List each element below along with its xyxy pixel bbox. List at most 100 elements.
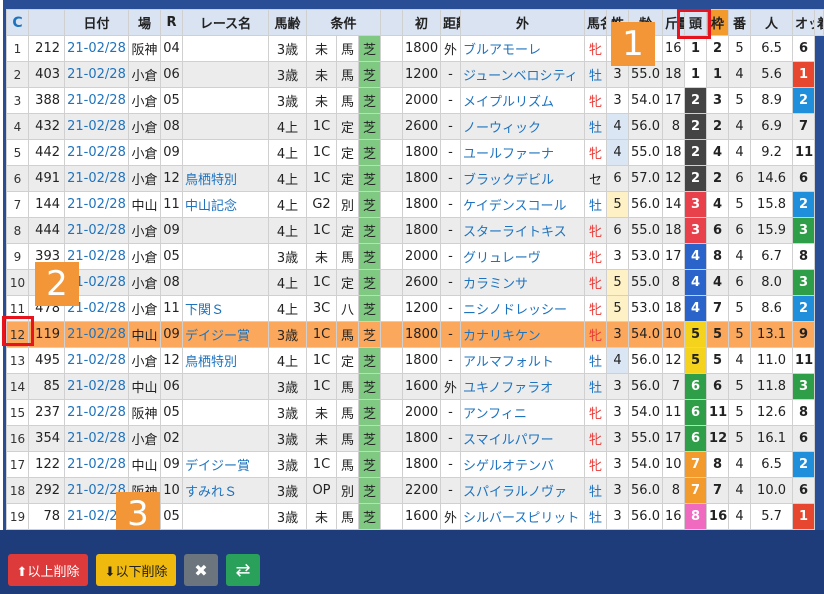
race-date[interactable]: 21-02/28 bbox=[64, 165, 129, 192]
race-name[interactable]: 中山記念 bbox=[182, 191, 269, 218]
horse-name[interactable]: スパイラルノヴァ bbox=[460, 477, 586, 504]
race-name[interactable] bbox=[182, 503, 269, 530]
col-odds[interactable]: オッズ bbox=[792, 9, 816, 36]
table-row[interactable]: 10421-02/28小倉084上1C定芝2600-カラミンサ牝555.0844… bbox=[6, 269, 824, 296]
col-age-class[interactable]: 馬齢 bbox=[268, 9, 307, 36]
horse-name[interactable]: ケイデンスコール bbox=[460, 191, 586, 218]
col-first[interactable]: 初 bbox=[402, 9, 442, 36]
race-name[interactable] bbox=[182, 61, 269, 88]
horse-name[interactable]: ブルアモーレ bbox=[460, 35, 586, 62]
col-place[interactable]: 場 bbox=[128, 9, 161, 36]
horse-name[interactable]: ジューンベロシティ bbox=[460, 61, 586, 88]
race-date[interactable]: 21-02/28 bbox=[64, 399, 129, 426]
table-row[interactable]: 9 393 21-02/28 小倉 05 3歳未馬芝 2000- グリュレーヴ牝 3 53.0 17… bbox=[6, 243, 824, 270]
race-name[interactable] bbox=[182, 87, 269, 114]
col-number[interactable]: 番 bbox=[728, 9, 752, 36]
distance: 1600 bbox=[402, 373, 442, 400]
condition-class: 未 bbox=[306, 425, 337, 452]
race-name[interactable] bbox=[182, 399, 269, 426]
outer-flag: - bbox=[440, 295, 462, 322]
horse-sex: 牝 bbox=[584, 295, 608, 322]
swap-button[interactable]: ⇄ bbox=[226, 554, 260, 586]
horse-name[interactable]: ユキノファラオ bbox=[460, 373, 586, 400]
col-blank[interactable] bbox=[380, 9, 404, 36]
table-row[interactable]: 11 478 21-02/28 小倉 11 下関Ｓ 4上 3C 八芝 1200- ニシノドレッシー牝… bbox=[6, 295, 824, 322]
table-row[interactable]: 5 442 21-02/28 小倉 09 4上 1C 定芝 1800- ユールファーナ牝 4 55.0… bbox=[6, 139, 824, 166]
horse-name[interactable]: グリュレーヴ bbox=[460, 243, 586, 270]
table-row[interactable]: 16 354 21-02/28 小倉 02 3歳未馬芝 1800- スマイルパワー牝 3 55.0… bbox=[6, 425, 824, 452]
race-name[interactable] bbox=[182, 113, 269, 140]
table-row[interactable]: 2 403 21-02/28 小倉 06 3歳未馬芝 1200- ジューンベロシティ牡 3 55.… bbox=[6, 61, 824, 88]
table-row[interactable]: 12 119 21-02/28 中山 09 デイジー賞 3歳 1C 馬芝 1800- カナリキケン牝… bbox=[6, 321, 824, 348]
race-date[interactable]: 21-02/28 bbox=[64, 139, 129, 166]
race-date[interactable]: 21-02/28 bbox=[64, 113, 129, 140]
horse-name[interactable]: スターライトキス bbox=[460, 217, 586, 244]
horse-name[interactable]: カラミンサ bbox=[460, 269, 586, 296]
race-date[interactable]: 21-02/28 bbox=[64, 321, 129, 348]
table-row[interactable]: 7 144 21-02/28 中山 11 中山記念 4上 G2 別芝 1800- ケイデンスコール牡… bbox=[6, 191, 824, 218]
waku-number: 8 bbox=[684, 503, 708, 530]
race-date[interactable]: 21-02/28 bbox=[64, 217, 129, 244]
horse-name[interactable]: カナリキケン bbox=[460, 321, 586, 348]
table-row[interactable]: 6 491 21-02/28 小倉 12 鳥栖特別 4上 1C 定芝 1800- ブラックデビルセ 6… bbox=[6, 165, 824, 192]
horse-name[interactable]: スマイルパワー bbox=[460, 425, 586, 452]
table-row[interactable]: 3 388 21-02/28 小倉 05 3歳未馬芝 2000- メイプルリズム牝 3 54.0 1… bbox=[6, 87, 824, 114]
horse-name[interactable]: ブラックデビル bbox=[460, 165, 586, 192]
race-name[interactable]: すみれＳ bbox=[182, 477, 269, 504]
clear-button[interactable]: ✖ bbox=[184, 554, 218, 586]
race-name[interactable]: 鳥栖特別 bbox=[182, 347, 269, 374]
col-horse-name[interactable]: 馬名 bbox=[584, 9, 608, 36]
race-date[interactable]: 21-02/28 bbox=[64, 373, 129, 400]
col-r[interactable]: R bbox=[160, 9, 183, 36]
race-name[interactable]: デイジー賞 bbox=[182, 451, 269, 478]
race-name[interactable] bbox=[182, 269, 269, 296]
table-row[interactable]: 4 432 21-02/28 小倉 08 4上 1C 定芝 2600- ノーウィック牡 4 56.0 8… bbox=[6, 113, 824, 140]
col-outer[interactable]: 外 bbox=[460, 9, 586, 36]
race-date[interactable]: 21-02/28 bbox=[64, 35, 129, 62]
col-date[interactable]: 日付 bbox=[64, 9, 129, 36]
race-name[interactable] bbox=[182, 217, 269, 244]
finish-position: 7 bbox=[792, 113, 816, 140]
horse-name[interactable]: アルマフォルト bbox=[460, 347, 586, 374]
table-row[interactable]: 121221-02/28阪神043歳未馬芝1800外ブルアモーレ牝3161256… bbox=[6, 35, 824, 62]
col-race-name[interactable]: レース名 bbox=[182, 9, 269, 36]
horse-name[interactable]: アンフィニ bbox=[460, 399, 586, 426]
col-condition[interactable]: 条件 bbox=[305, 9, 382, 36]
race-date[interactable]: 21-02/28 bbox=[64, 451, 129, 478]
table-row[interactable]: 13 495 21-02/28 小倉 12 鳥栖特別 4上 1C 定芝 1800- アルマフォルト牡… bbox=[6, 347, 824, 374]
race-name[interactable] bbox=[182, 373, 269, 400]
race-name[interactable] bbox=[182, 139, 269, 166]
table-row[interactable]: 15 237 21-02/28 阪神 05 3歳未馬芝 2000- アンフィニ牝 3 54.0 11… bbox=[6, 399, 824, 426]
horse-name[interactable]: ユールファーナ bbox=[460, 139, 586, 166]
race-name[interactable] bbox=[182, 425, 269, 452]
col-finish[interactable]: 着 bbox=[814, 9, 824, 36]
col-popularity[interactable]: 人 bbox=[750, 9, 794, 36]
horse-sex: 牝 bbox=[584, 399, 608, 426]
horse-name[interactable]: シルバースピリット bbox=[460, 503, 586, 530]
race-name[interactable]: 鳥栖特別 bbox=[182, 165, 269, 192]
horse-name[interactable]: ニシノドレッシー bbox=[460, 295, 586, 322]
race-date[interactable]: 21-02/28 bbox=[64, 347, 129, 374]
horse-name[interactable]: ノーウィック bbox=[460, 113, 586, 140]
race-date[interactable]: 21-02/28 bbox=[64, 87, 129, 114]
horse-name[interactable]: シゲルオテンバ bbox=[460, 451, 586, 478]
race-date[interactable]: 21-02/28 bbox=[64, 191, 129, 218]
table-row[interactable]: 14 85 21-02/28 中山 06 3歳 1C 馬芝 1600 外ユキノファラオ牡 3 56.0… bbox=[6, 373, 824, 400]
reload-icon[interactable]: C bbox=[6, 9, 29, 36]
table-row[interactable]: 8 444 21-02/28 小倉 09 4上 1C 定芝 1800- スターライトキス牝 6 55.… bbox=[6, 217, 824, 244]
col-distance[interactable]: 距離 bbox=[440, 9, 462, 36]
race-date[interactable]: 21-02/28 bbox=[64, 425, 129, 452]
finish-position: 6 bbox=[792, 165, 816, 192]
race-name[interactable]: 下関Ｓ bbox=[182, 295, 269, 322]
delete-above-button[interactable]: ⬆以上削除 bbox=[8, 554, 88, 586]
outer-flag: - bbox=[440, 165, 462, 192]
race-date[interactable]: 21-02/28 bbox=[64, 61, 129, 88]
race-place: 小倉 bbox=[128, 61, 161, 88]
race-name[interactable] bbox=[182, 243, 269, 270]
horse-name[interactable]: メイプルリズム bbox=[460, 87, 586, 114]
table-row[interactable]: 17 122 21-02/28 中山 09 デイジー賞 3歳 1C 馬芝 1800- シゲルオテンバ… bbox=[6, 451, 824, 478]
delete-below-button[interactable]: ⬇以下削除 bbox=[96, 554, 176, 586]
col-id[interactable] bbox=[28, 9, 65, 36]
race-name[interactable]: デイジー賞 bbox=[182, 321, 269, 348]
race-name[interactable] bbox=[182, 35, 269, 62]
